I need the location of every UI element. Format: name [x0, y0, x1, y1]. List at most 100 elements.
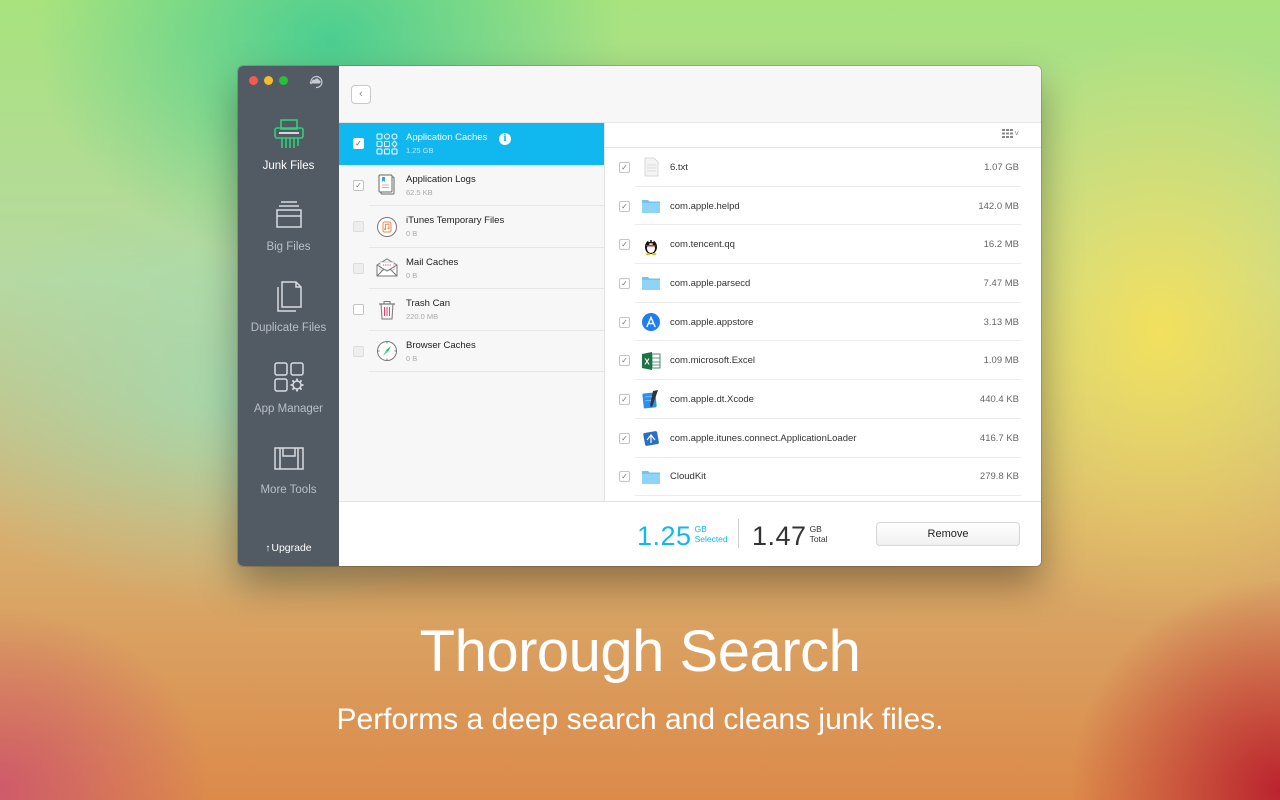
file-row[interactable]: ✓ com.apple.itunes.connect.ApplicationLo…: [605, 419, 1041, 458]
file-checkbox[interactable]: ✓: [619, 393, 630, 405]
file-row[interactable]: ✓ X com.microsoft.Excel 1.09 MB: [605, 341, 1041, 380]
category-size: 0 B: [406, 229, 418, 239]
file-name: com.microsoft.Excel: [670, 355, 755, 367]
duplicate-files-icon: [276, 281, 302, 312]
file-row[interactable]: ✓ com.apple.helpd 142.0 MB: [605, 187, 1041, 226]
file-size: 3.13 MB: [983, 316, 1019, 328]
sidebar-item-label: Junk Files: [262, 160, 315, 172]
back-button[interactable]: ‹: [351, 85, 371, 104]
file-row[interactable]: ✓ com.apple.appstore 3.13 MB: [605, 303, 1041, 342]
chevron-left-icon: ‹: [359, 88, 363, 100]
category-checkbox[interactable]: ✓: [353, 179, 364, 191]
chevron-down-icon: ˅: [1014, 129, 1019, 138]
file-name: com.apple.appstore: [670, 316, 754, 328]
drawer-icon: [275, 201, 302, 228]
view-mode-button[interactable]: ˅: [1002, 129, 1019, 138]
category-text: iTunes Temporary Files 0 B: [406, 215, 504, 238]
svg-text:X: X: [644, 357, 650, 366]
folder-icon: [642, 200, 660, 214]
file-checkbox[interactable]: ✓: [619, 200, 630, 212]
itunes-icon: [377, 216, 397, 237]
file-row[interactable]: ✓ com.apple.dt.Xcode 440.4 KB: [605, 380, 1041, 419]
sidebar-item-app-manager[interactable]: App Manager: [238, 359, 339, 440]
file-name: com.tencent.qq: [670, 239, 735, 251]
category-name: Application Caches: [406, 132, 488, 144]
category-text: Application Caches 1.25 GB: [406, 132, 487, 155]
sidebar-item-more-tools[interactable]: More Tools: [238, 440, 339, 521]
category-item-itunes-temporary-files[interactable]: iTunes Temporary Files 0 B: [339, 206, 604, 248]
window-controls: [249, 76, 288, 85]
file-checkbox[interactable]: ✓: [619, 316, 630, 328]
application-loader-icon: [643, 431, 659, 447]
logs-icon: [378, 174, 395, 195]
category-checkbox[interactable]: [353, 304, 364, 316]
category-checkbox[interactable]: [353, 262, 364, 274]
file-checkbox[interactable]: ✓: [619, 471, 630, 483]
sidebar-item-duplicate-files[interactable]: Duplicate Files: [238, 278, 339, 359]
xcode-icon: [642, 390, 658, 409]
file-checkbox[interactable]: ✓: [619, 432, 630, 444]
category-name: Mail Caches: [406, 256, 459, 268]
category-size: 220.0 MB: [406, 312, 439, 322]
upgrade-label: Upgrade: [271, 542, 312, 554]
qq-penguin-icon: [645, 239, 657, 255]
category-text: Browser Caches 0 B: [406, 340, 476, 363]
info-icon[interactable]: i: [499, 133, 511, 145]
sidebar-item-junk-files[interactable]: Junk Files: [238, 116, 339, 197]
category-list: ✓ Application Caches 1.25 GB i ✓ Applica…: [339, 123, 605, 501]
mail-icon: [376, 258, 398, 277]
category-size: 1.25 GB: [406, 146, 434, 156]
category-name: Trash Can: [406, 298, 450, 310]
file-size: 142.0 MB: [978, 200, 1019, 212]
app-window: Junk Files Big Files Duplicate Files App…: [238, 66, 1041, 566]
sidebar-item-big-files[interactable]: Big Files: [238, 197, 339, 278]
category-checkbox[interactable]: ✓: [353, 138, 364, 150]
file-checkbox[interactable]: ✓: [619, 277, 630, 289]
file-name: 6.txt: [670, 161, 688, 173]
category-text: Trash Can 220.0 MB: [406, 298, 450, 321]
file-row[interactable]: ✓ com.tencent.qq 16.2 MB: [605, 225, 1041, 264]
file-checkbox[interactable]: ✓: [619, 239, 630, 251]
selected-size-stat: 1.25 GB Selected: [637, 523, 728, 550]
selected-label: Selected: [694, 533, 728, 544]
grid-view-icon: [1002, 129, 1014, 138]
file-row[interactable]: ✓ 6.txt 1.07 GB: [605, 148, 1041, 187]
category-item-browser-caches[interactable]: Browser Caches 0 B: [339, 331, 604, 373]
category-name: Application Logs: [406, 173, 476, 185]
main-panel: ‹ ✓ Application Caches 1.25 GB i ✓ Appli…: [339, 66, 1041, 566]
minimize-button[interactable]: [264, 76, 273, 85]
toolbox-icon: [273, 447, 304, 470]
category-item-application-caches[interactable]: ✓ Application Caches 1.25 GB i: [339, 123, 604, 165]
file-list: ˅ ✓ 6.txt 1.07 GB ✓ com.apple.helpd 142.…: [605, 123, 1041, 501]
trash-icon: [379, 300, 395, 320]
total-size-unit: GB Total: [809, 524, 828, 545]
remove-button[interactable]: Remove: [876, 522, 1020, 546]
file-name: com.apple.dt.Xcode: [670, 393, 754, 405]
category-item-application-logs[interactable]: ✓ Application Logs 62.5 KB: [339, 165, 604, 207]
cloud-sync-icon[interactable]: [308, 74, 324, 90]
file-checkbox[interactable]: ✓: [619, 161, 630, 173]
close-button[interactable]: [249, 76, 258, 85]
excel-icon: X: [642, 351, 661, 370]
upgrade-button[interactable]: ↑Upgrade: [238, 542, 339, 554]
total-size-value: 1.47: [752, 521, 807, 551]
file-row[interactable]: ✓ com.apple.parsecd 7.47 MB: [605, 264, 1041, 303]
category-item-mail-caches[interactable]: Mail Caches 0 B: [339, 248, 604, 290]
category-checkbox[interactable]: [353, 345, 364, 357]
file-name: com.apple.helpd: [670, 200, 740, 212]
file-row[interactable]: ✓ CloudKit 279.8 KB: [605, 458, 1041, 497]
total-label: Total: [809, 533, 828, 544]
file-checkbox[interactable]: ✓: [619, 355, 630, 367]
category-item-trash-can[interactable]: Trash Can 220.0 MB: [339, 289, 604, 331]
total-size-stat: 1.47 GB Total: [752, 523, 828, 550]
zoom-button[interactable]: [279, 76, 288, 85]
file-name: CloudKit: [670, 471, 706, 483]
file-size: 279.8 KB: [979, 471, 1019, 483]
file-size: 1.07 GB: [984, 161, 1019, 173]
sidebar-item-label: Duplicate Files: [250, 322, 327, 334]
category-size: 0 B: [406, 270, 418, 280]
category-checkbox[interactable]: [353, 221, 364, 233]
category-size: 62.5 KB: [406, 187, 433, 197]
toolbar: ‹: [339, 66, 1041, 123]
file-size: 1.09 MB: [983, 355, 1019, 367]
